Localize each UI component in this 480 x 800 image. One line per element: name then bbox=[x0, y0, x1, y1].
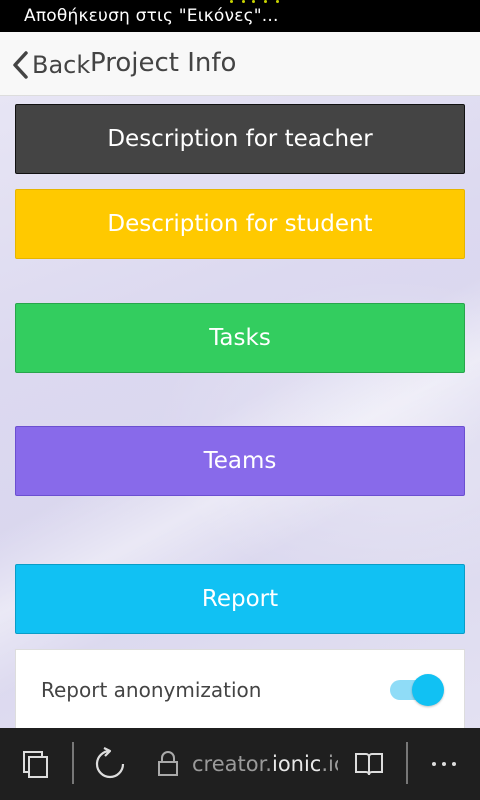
lock-icon bbox=[156, 744, 180, 784]
report-anonymization-item: Report anonymization bbox=[15, 649, 465, 728]
back-label: Back bbox=[32, 51, 91, 79]
nav-bar: Back Project Info bbox=[0, 32, 480, 96]
browser-bottom-bar: creator.ionic.ic bbox=[0, 728, 480, 800]
toggle-knob bbox=[412, 674, 444, 706]
description-student-button[interactable]: Description for student bbox=[15, 189, 465, 259]
divider bbox=[72, 742, 74, 784]
page-title: Project Info bbox=[90, 48, 237, 78]
url-host: ionic bbox=[271, 752, 322, 776]
tabs-icon[interactable] bbox=[18, 744, 54, 784]
back-button[interactable]: Back bbox=[10, 48, 90, 82]
divider bbox=[406, 742, 408, 784]
chevron-left-icon bbox=[13, 51, 28, 79]
refresh-icon[interactable] bbox=[92, 744, 128, 784]
url-suffix: .ic bbox=[321, 752, 338, 776]
description-teacher-button[interactable]: Description for teacher bbox=[15, 104, 465, 174]
teams-button[interactable]: Teams bbox=[15, 426, 465, 496]
address-bar[interactable]: creator.ionic.ic bbox=[192, 746, 338, 782]
status-bar: Αποθήκευση στις "Εικόνες"... bbox=[0, 0, 480, 32]
more-icon[interactable] bbox=[428, 744, 460, 784]
url-prefix: creator. bbox=[192, 752, 272, 776]
report-button[interactable]: Report bbox=[15, 564, 465, 634]
report-anonymization-label: Report anonymization bbox=[41, 678, 262, 702]
status-message: Αποθήκευση στις "Εικόνες"... bbox=[24, 6, 279, 26]
reading-view-icon[interactable] bbox=[352, 744, 386, 784]
content-area: Description for teacher Description for … bbox=[0, 96, 480, 728]
tasks-button[interactable]: Tasks bbox=[15, 303, 465, 373]
report-anonymization-toggle[interactable] bbox=[388, 674, 444, 706]
